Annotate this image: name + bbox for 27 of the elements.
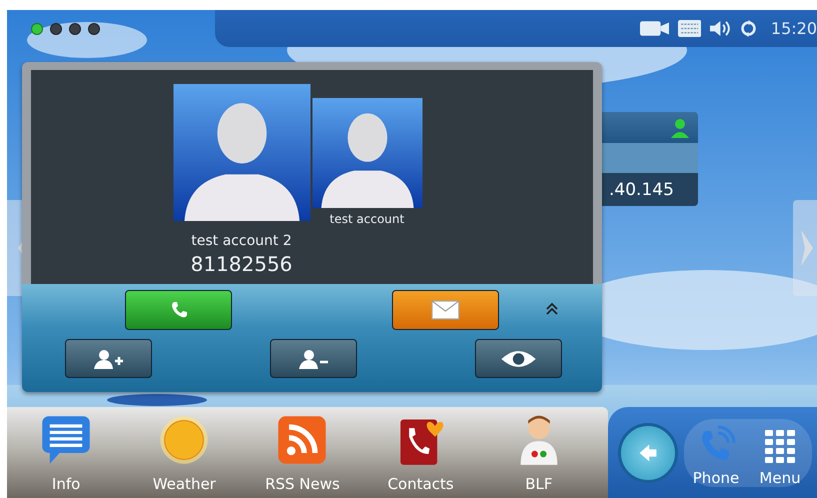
speaker-icon [710,20,731,37]
person-plus-icon [94,348,124,368]
keyboard-icon [678,20,702,37]
contact-name: test account 2 [191,233,292,249]
remove-contact-button[interactable] [270,339,357,378]
person-minus-icon [298,348,328,368]
call-button[interactable] [125,290,232,330]
eye-icon [500,348,538,368]
person-icon [670,118,690,138]
app-launcher[interactable]: BLF [494,413,584,498]
add-contact-button[interactable] [65,339,152,378]
phone-button[interactable]: Phone [684,418,748,486]
double-chevron-up-icon [545,302,559,316]
sync-icon [740,20,757,37]
app-launcher[interactable]: Contacts [376,413,466,498]
view-button[interactable] [475,339,562,378]
contact-name: test account [330,212,404,226]
app-launcher[interactable]: RSS News [257,413,348,498]
ip-address: .40.145 [609,180,674,200]
message-button[interactable] [392,290,499,330]
phone-number: 81182556 [190,252,292,276]
envelope-icon [431,300,460,320]
menu-button[interactable]: Menu [748,418,812,486]
clock-time: 15:20 [770,19,817,38]
app-launcher[interactable]: Weather [139,413,230,498]
camera-icon [640,20,669,37]
app-launcher[interactable]: Info [21,413,112,498]
